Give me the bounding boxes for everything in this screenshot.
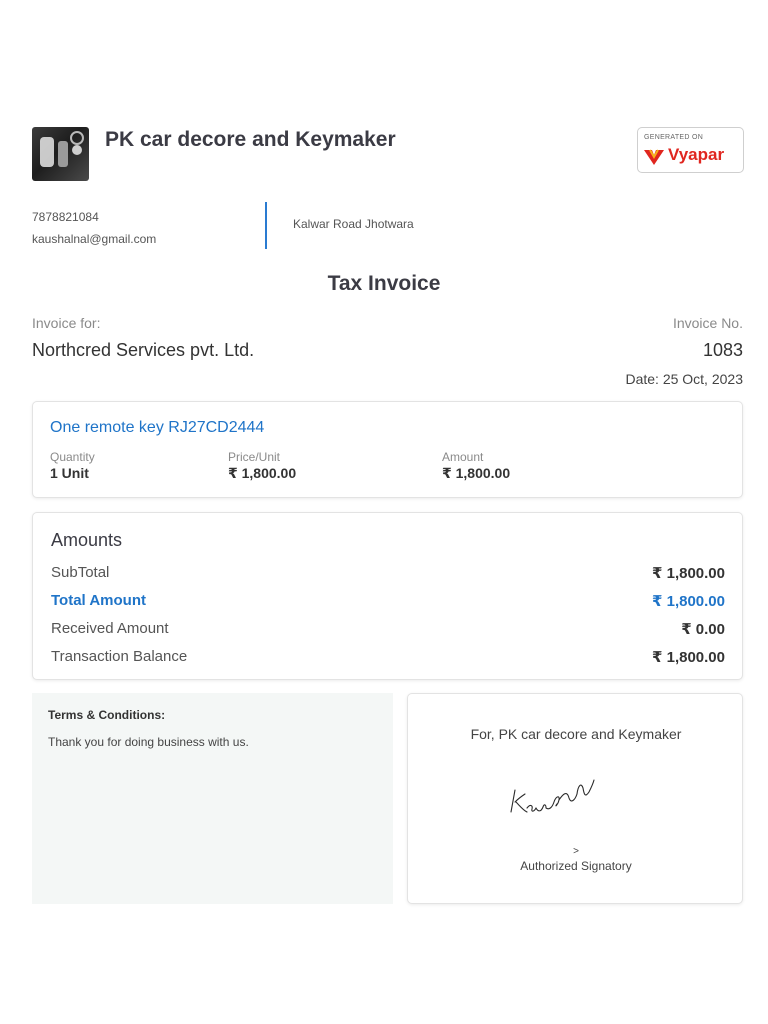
vyapar-logo-icon <box>644 149 664 165</box>
total-amount-row: Total Amount ₹ 1,800.00 <box>51 592 725 612</box>
price-label: Price/Unit <box>228 450 281 464</box>
invoice-for-label: Invoice for: <box>32 315 101 331</box>
total-amount-value: ₹ 1,800.00 <box>652 593 725 610</box>
generated-on-label: GENERATED ON <box>644 134 704 141</box>
business-name: PK car decore and Keymaker <box>105 128 396 151</box>
amounts-title: Amounts <box>51 530 123 550</box>
subtotal-row: SubTotal ₹ 1,800.00 <box>51 564 725 584</box>
transaction-balance-row: Transaction Balance ₹ 1,800.00 <box>51 648 725 668</box>
terms-title: Terms & Conditions: <box>48 708 166 722</box>
amount-label: Amount <box>442 450 484 464</box>
business-phone: 7878821084 <box>32 210 99 224</box>
amounts-card: Amounts SubTotal ₹ 1,800.00 Total Amount… <box>32 512 743 680</box>
quantity-value: 1 Unit <box>50 465 89 481</box>
subtotal-value: ₹ 1,800.00 <box>652 565 725 582</box>
invoice-number-label: Invoice No. <box>672 315 743 331</box>
price-value: ₹ 1,800.00 <box>228 465 297 481</box>
signature-mark: > <box>573 846 579 857</box>
invoice-header: PK car decore and Keymaker GENERATED ON … <box>32 127 744 183</box>
terms-panel: Terms & Conditions: Thank you for doing … <box>32 693 393 904</box>
invoice-date: Date: 25 Oct, 2023 <box>625 371 743 387</box>
item-name: One remote key RJ27CD2444 <box>50 419 265 436</box>
handwritten-signature <box>510 779 595 813</box>
vyapar-brand: Vyapar <box>668 145 725 164</box>
signature-for-line: For, PK car decore and Keymaker <box>470 726 682 742</box>
transaction-balance-value: ₹ 1,800.00 <box>652 649 725 666</box>
received-amount-value: ₹ 0.00 <box>681 621 725 638</box>
received-amount-label: Received Amount <box>51 620 169 637</box>
contact-divider <box>265 202 267 249</box>
vyapar-badge[interactable]: GENERATED ON Vyapar <box>637 127 744 173</box>
terms-text: Thank you for doing business with us. <box>48 735 249 749</box>
transaction-balance-label: Transaction Balance <box>51 648 188 665</box>
signature-card: For, PK car decore and Keymaker > Author… <box>407 693 743 904</box>
business-logo <box>32 127 89 181</box>
business-contact: 7878821084 kaushalnal@gmail.com <box>32 206 156 250</box>
authorized-signatory-label: Authorized Signatory <box>520 859 632 873</box>
line-item-card: One remote key RJ27CD2444 Quantity 1 Uni… <box>32 401 743 498</box>
business-email: kaushalnal@gmail.com <box>32 232 157 246</box>
received-amount-row: Received Amount ₹ 0.00 <box>51 620 725 640</box>
amount-value: ₹ 1,800.00 <box>442 465 511 481</box>
total-amount-label: Total Amount <box>51 592 146 609</box>
business-address: Kalwar Road Jhotwara <box>293 217 414 231</box>
subtotal-label: SubTotal <box>51 564 110 581</box>
invoice-number: 1083 <box>702 340 743 360</box>
quantity-label: Quantity <box>50 450 95 464</box>
customer-name: Northcred Services pvt. Ltd. <box>32 340 255 360</box>
document-title: Tax Invoice <box>327 272 441 295</box>
